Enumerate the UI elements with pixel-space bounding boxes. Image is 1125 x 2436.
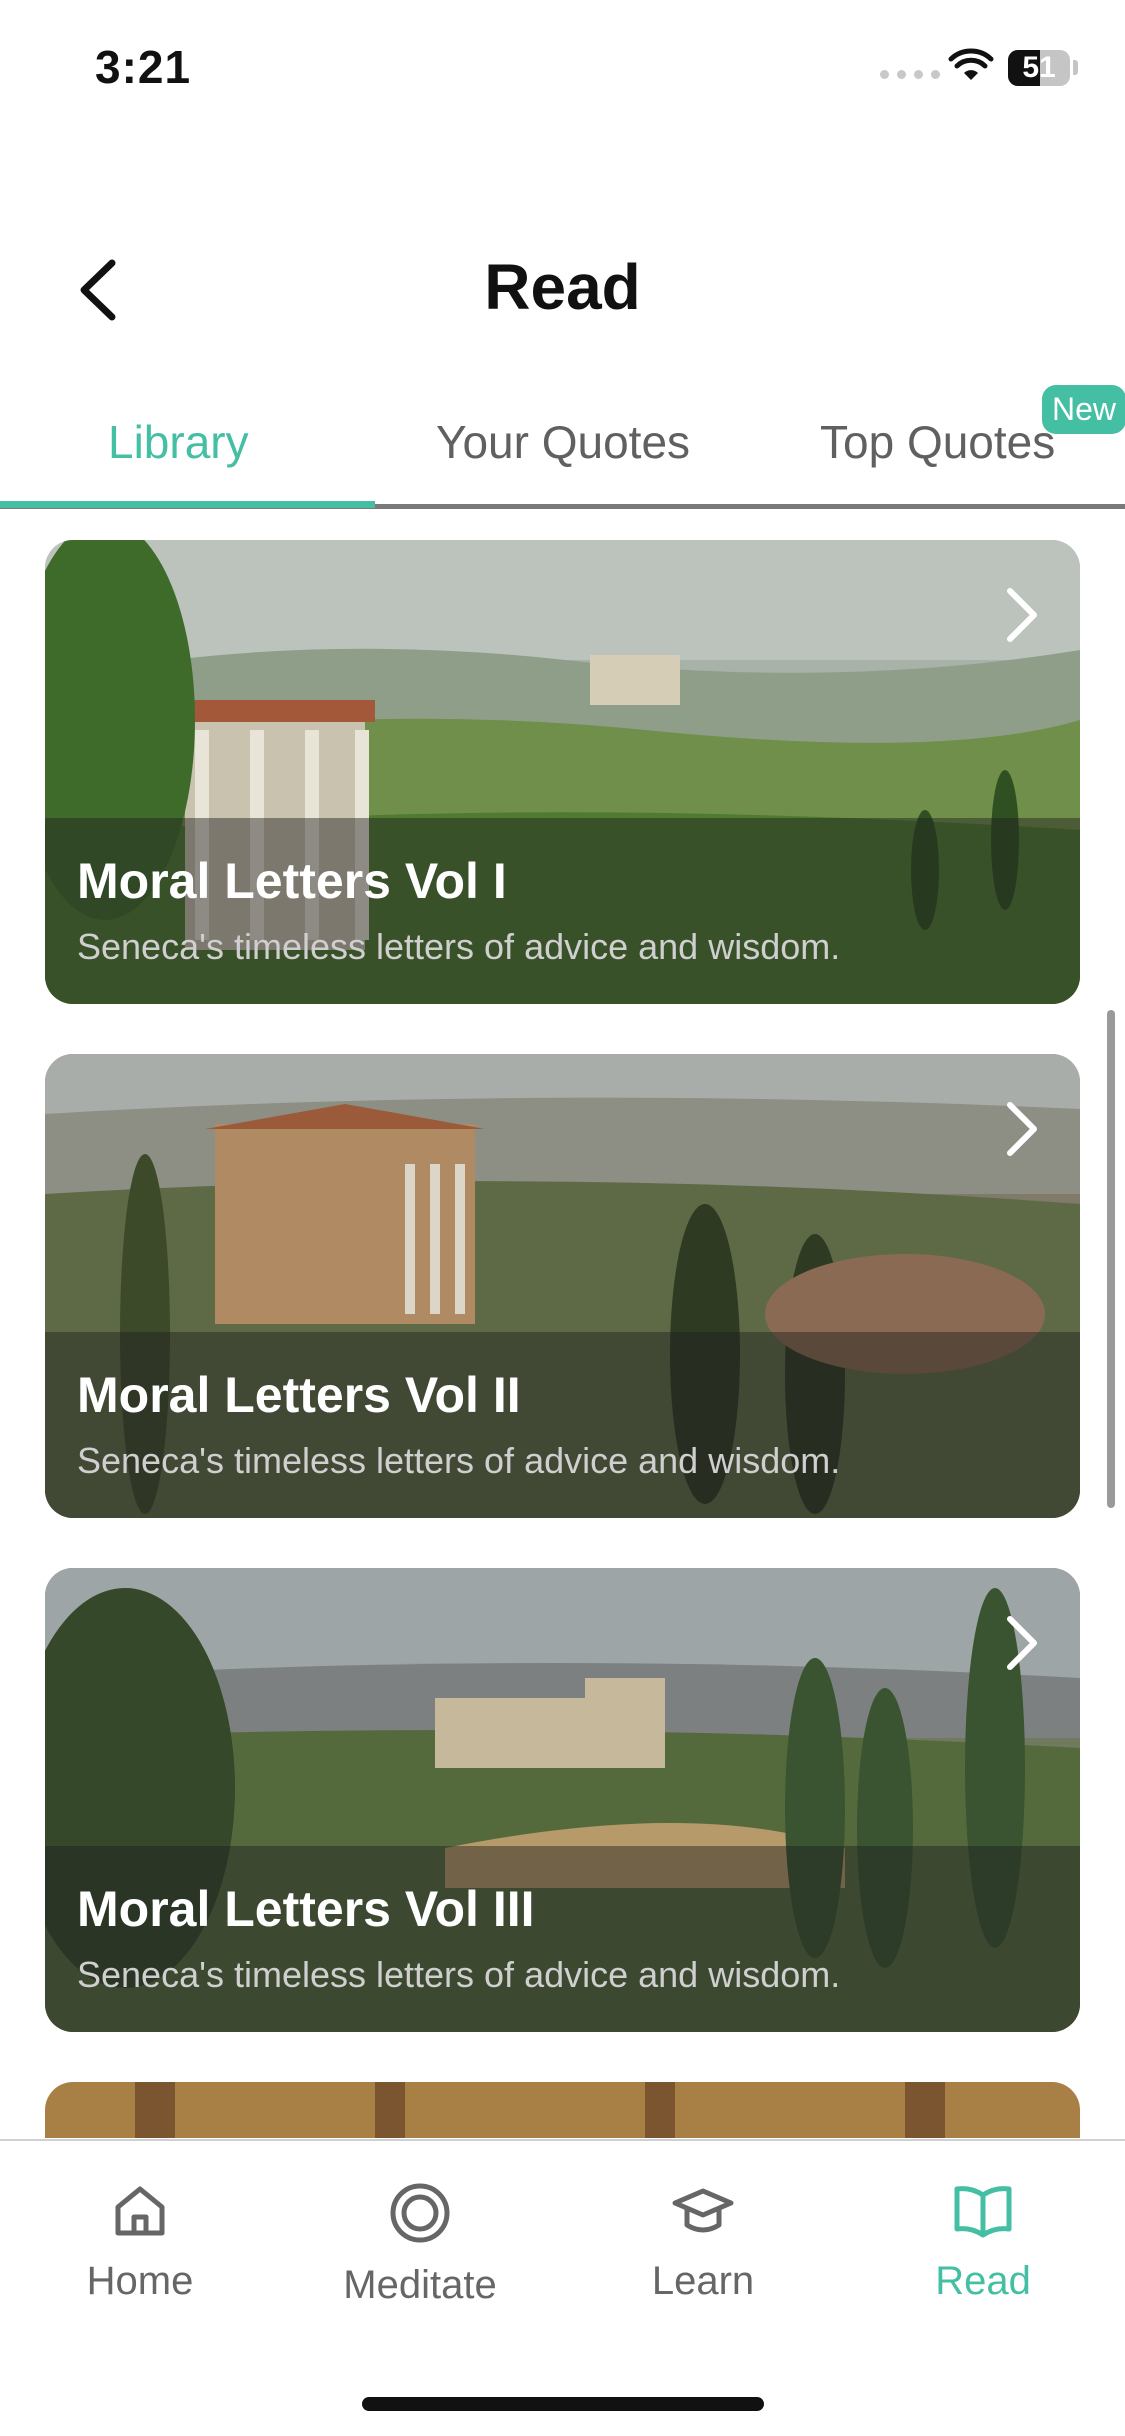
book-subtitle: Seneca's timeless letters of advice and … <box>77 1440 841 1481</box>
wifi-icon <box>948 48 994 80</box>
active-tab-indicator <box>0 501 375 508</box>
nav-home[interactable]: Home <box>30 2181 250 2304</box>
bottom-nav: Home Meditate Learn Read <box>0 2141 1125 2341</box>
new-badge: New <box>1042 385 1125 434</box>
nav-meditate-label: Meditate <box>343 2263 497 2307</box>
book-subtitle: Seneca's timeless letters of advice and … <box>77 926 841 967</box>
book-card-vol-2[interactable]: Moral Letters Vol II Seneca's timeless l… <box>45 1054 1080 1518</box>
nav-home-label: Home <box>86 2259 194 2303</box>
card-overlay <box>45 1332 1080 1518</box>
book-card-vol-1[interactable]: Moral Letters Vol I Seneca's timeless le… <box>45 540 1080 1004</box>
nav-meditate[interactable]: Meditate <box>310 2181 530 2308</box>
tab-library[interactable]: Library <box>108 415 249 469</box>
scrollbar[interactable] <box>1107 1010 1115 1508</box>
chevron-right-icon <box>1007 588 1037 642</box>
battery-icon: 51 <box>1008 50 1070 86</box>
open-book-icon <box>954 2186 1012 2238</box>
book-card-vol-3[interactable]: Moral Letters Vol III Seneca's timeless … <box>45 1568 1080 2032</box>
book-cover-art <box>45 2082 1080 2138</box>
card-overlay <box>45 818 1080 1004</box>
tab-top-quotes[interactable]: Top Quotes <box>820 415 1055 469</box>
nav-read[interactable]: Read <box>873 2181 1093 2304</box>
book-title: Moral Letters Vol III <box>77 1881 535 1937</box>
book-title: Moral Letters Vol II <box>77 1367 521 1423</box>
status-time: 3:21 <box>95 41 192 93</box>
battery-cap <box>1073 60 1078 75</box>
page-title: Read <box>484 251 641 323</box>
chevron-right-icon <box>1007 1102 1037 1156</box>
nav-read-label: Read <box>935 2259 1031 2303</box>
nav-learn-label: Learn <box>651 2259 755 2303</box>
home-indicator <box>362 2397 764 2411</box>
tab-bar: Library Your Quotes Top Quotes New <box>0 370 1125 510</box>
tab-your-quotes[interactable]: Your Quotes <box>436 415 690 469</box>
status-bar: 3:21 51 <box>0 0 1125 140</box>
graduation-cap-icon <box>672 2188 734 2233</box>
book-title: Moral Letters Vol I <box>77 853 507 909</box>
battery-level: 51 <box>1022 51 1056 84</box>
meditate-icon <box>390 2183 450 2243</box>
cellular-signal-icon <box>880 70 940 79</box>
library-list[interactable]: Moral Letters Vol I Seneca's timeless le… <box>0 510 1125 2138</box>
card-overlay <box>45 1846 1080 2032</box>
nav-learn[interactable]: Learn <box>593 2181 813 2304</box>
book-subtitle: Seneca's timeless letters of advice and … <box>77 1954 841 1995</box>
book-card-partial[interactable] <box>45 2082 1080 2138</box>
chevron-right-icon <box>1007 1616 1037 1670</box>
home-icon <box>115 2186 165 2236</box>
